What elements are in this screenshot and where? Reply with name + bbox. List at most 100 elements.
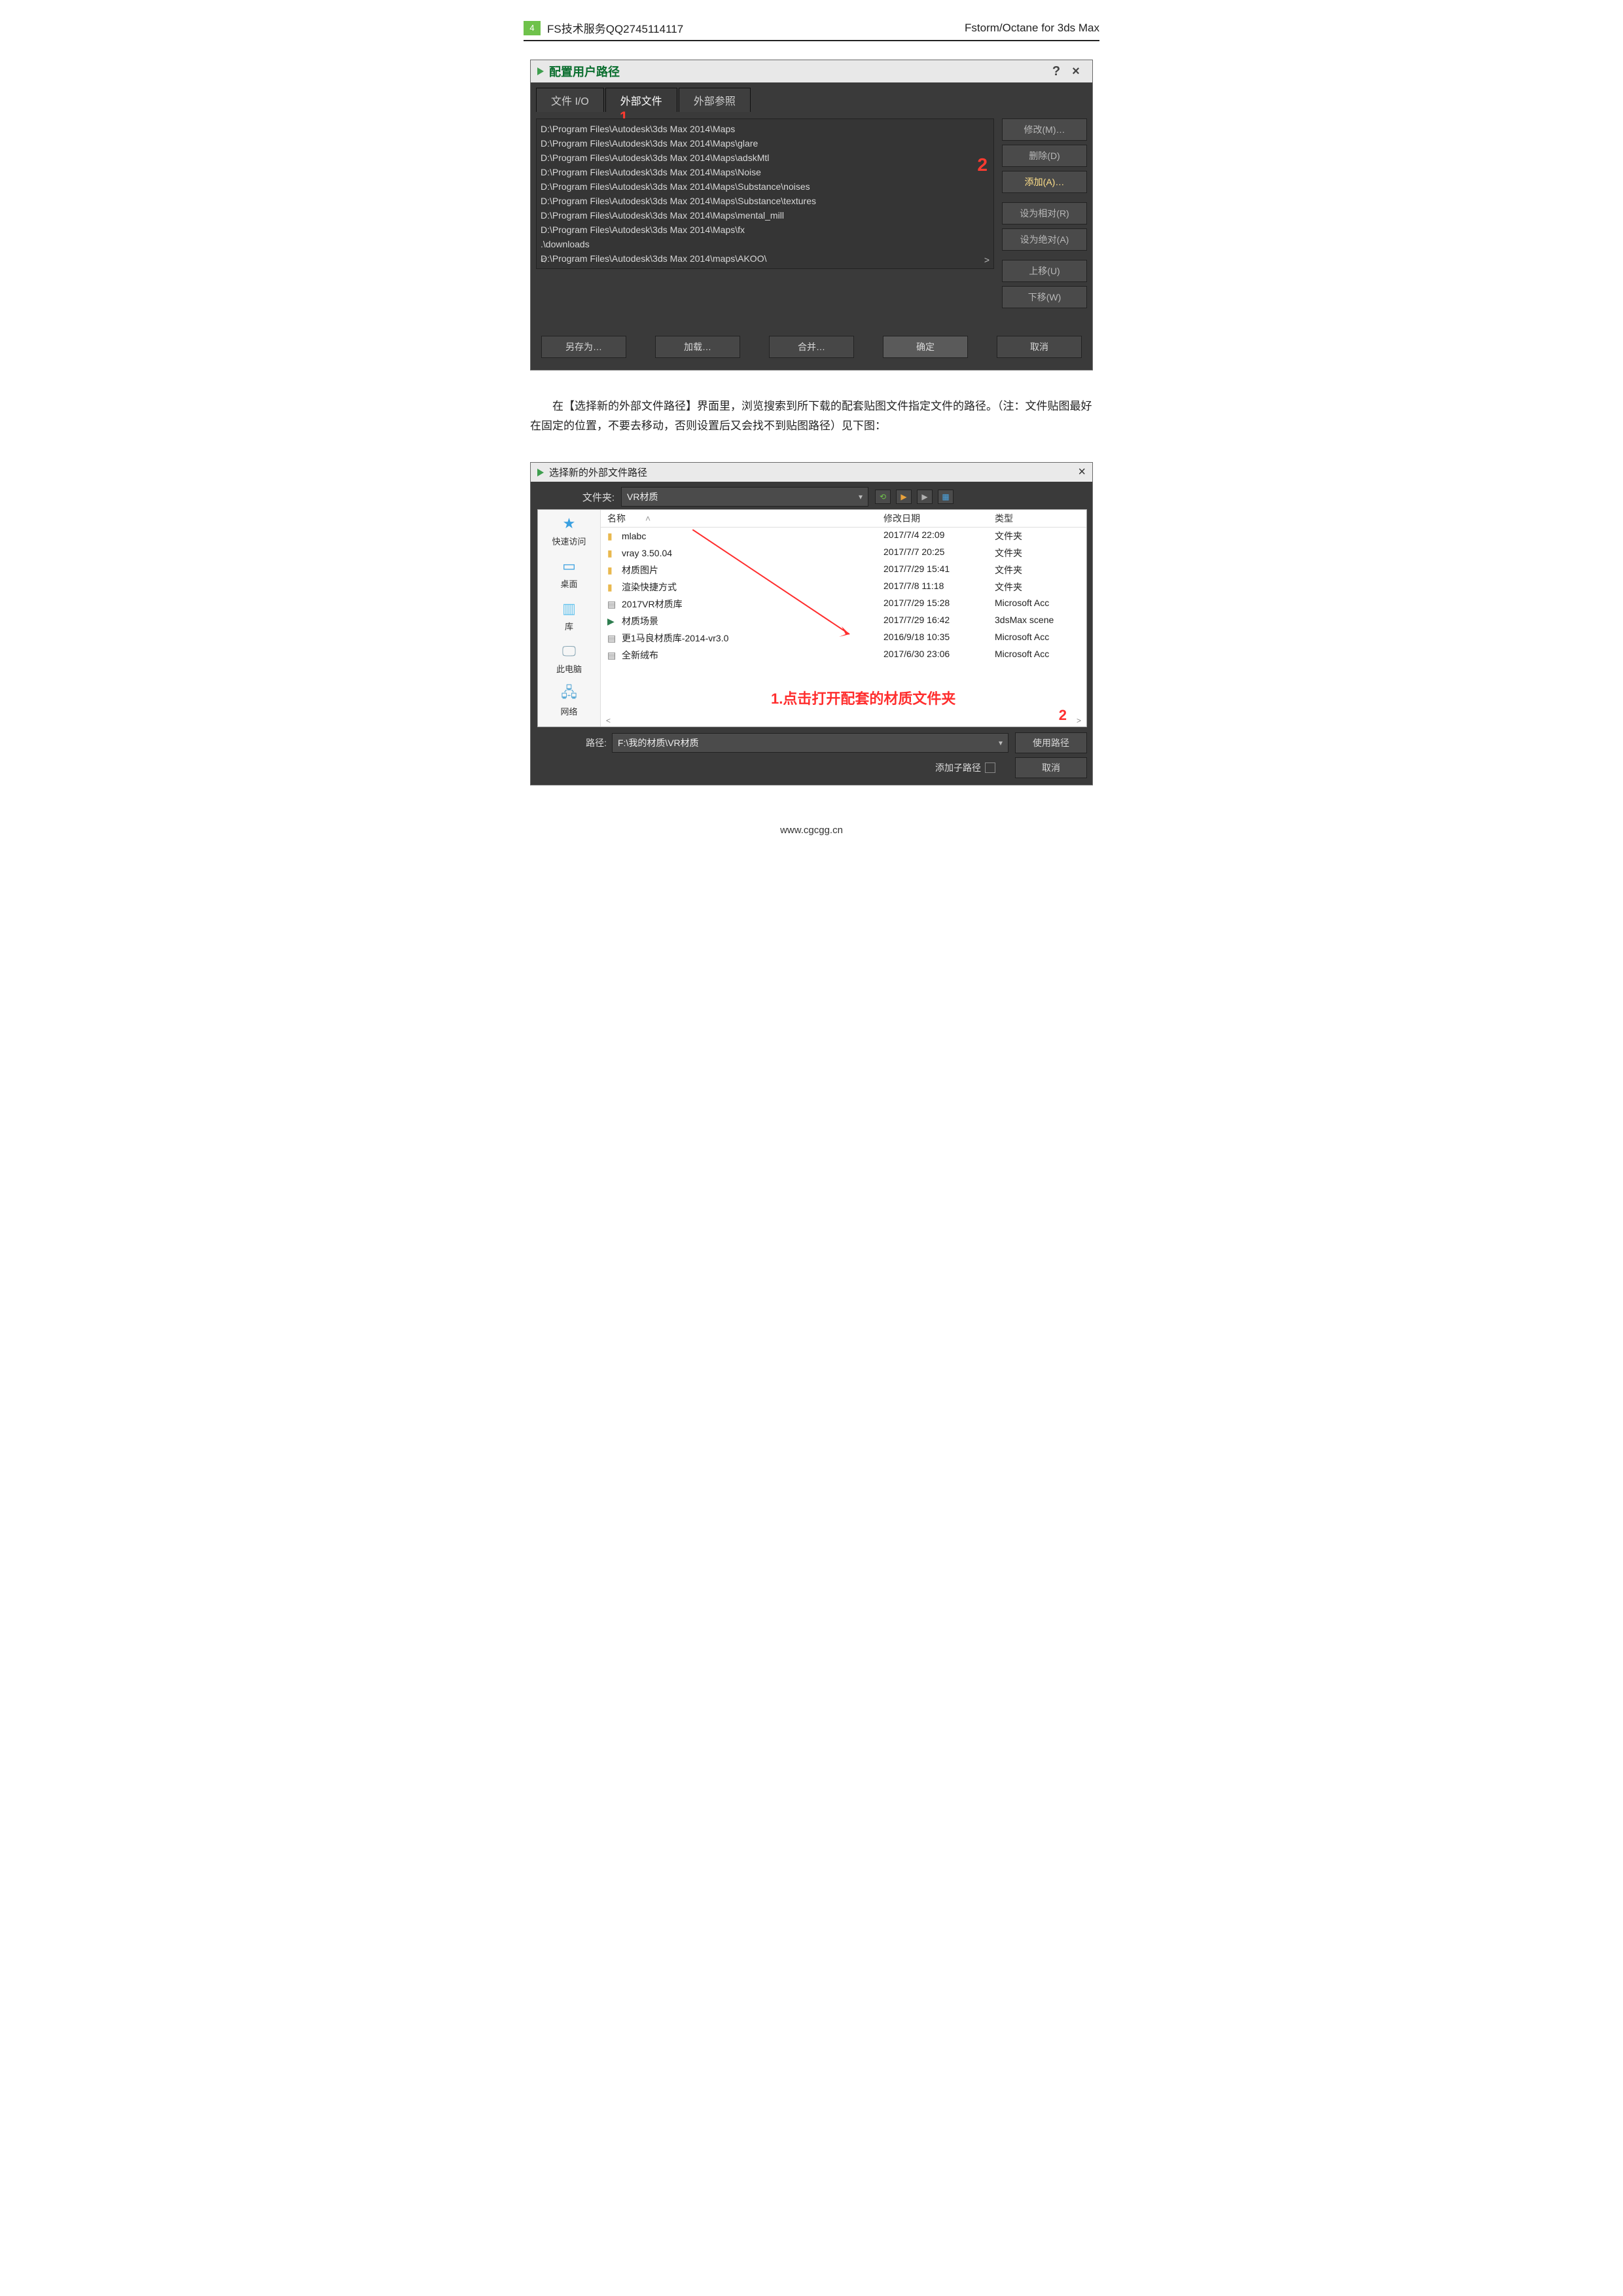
sidebar-label: 桌面: [538, 577, 600, 590]
dialog2-titlebar: 选择新的外部文件路径 ×: [531, 463, 1092, 482]
choose-external-path-dialog: 选择新的外部文件路径 × 文件夹: VR材质 ▾ ⟲ ▶ ▶ ▦: [530, 462, 1093, 785]
file-name: mlabc: [622, 531, 646, 541]
header-left-text: FS技术服务QQ2745114117: [547, 20, 683, 36]
network-icon: 🖧: [558, 684, 581, 704]
sidebar-network[interactable]: 🖧 网络: [538, 684, 600, 717]
file-date: 2016/9/18 10:35: [883, 632, 995, 645]
path-item[interactable]: D:\Program Files\Autodesk\3ds Max 2014\M…: [541, 151, 990, 165]
col-type[interactable]: 类型: [995, 512, 1080, 525]
path-item[interactable]: D:\Program Files\Autodesk\3ds Max 2014\M…: [541, 122, 990, 136]
file-row[interactable]: ▮材质图片 2017/7/29 15:41 文件夹: [601, 562, 1086, 579]
sub-path-row: 添加子路径 取消: [536, 757, 1087, 778]
path-item[interactable]: D:\Program Files\Autodesk\3ds Max 2014\M…: [541, 179, 990, 194]
add-button[interactable]: 添加(A)…: [1002, 171, 1087, 193]
file-date: 2017/7/29 15:41: [883, 564, 995, 577]
file-type: 文件夹: [995, 581, 1080, 594]
move-down-button[interactable]: 下移(W): [1002, 286, 1087, 308]
file-row[interactable]: ▮mlabc 2017/7/4 22:09 文件夹: [601, 528, 1086, 545]
load-button[interactable]: 加载…: [655, 336, 740, 358]
file-name: 材质图片: [622, 564, 658, 577]
ok-button[interactable]: 确定: [883, 336, 968, 358]
page-number: 4: [524, 21, 541, 35]
sidebar-label: 快速访问: [538, 535, 600, 547]
tab-external-files[interactable]: 外部文件: [605, 88, 677, 112]
app-arrow-icon: [537, 67, 544, 75]
sidebar-label: 网络: [538, 705, 600, 717]
folder-dropdown[interactable]: VR材质 ▾: [621, 487, 868, 507]
path-list[interactable]: D:\Program Files\Autodesk\3ds Max 2014\M…: [536, 118, 994, 269]
monitor-icon: 🖵: [558, 641, 581, 661]
file-name: 更1马良材质库-2014-vr3.0: [622, 632, 728, 645]
app-arrow-icon: [537, 469, 544, 476]
dialog1-titlebar: 配置用户路径 ? ×: [531, 60, 1092, 82]
back-icon[interactable]: ⟲: [875, 490, 891, 504]
path-item[interactable]: D:\Program Files\Autodesk\3ds Max 2014\M…: [541, 223, 990, 237]
col-name[interactable]: 名称˄: [607, 512, 883, 525]
hscrollbar[interactable]: < >: [606, 716, 1081, 725]
sidebar-this-pc[interactable]: 🖵 此电脑: [538, 641, 600, 675]
path-item[interactable]: .\downloads: [541, 237, 990, 251]
database-icon: ▤: [607, 650, 619, 661]
sidebar-library[interactable]: ▥ 库: [538, 599, 600, 632]
cancel-button[interactable]: 取消: [1015, 757, 1087, 778]
path-item[interactable]: D:\Program Files\Autodesk\3ds Max 2014\m…: [541, 251, 990, 266]
make-absolute-button[interactable]: 设为绝对(A): [1002, 228, 1087, 251]
save-as-button[interactable]: 另存为…: [541, 336, 626, 358]
folder-dropdown-value: VR材质: [627, 490, 658, 503]
path-item[interactable]: D:\Program Files\Autodesk\3ds Max 2014\M…: [541, 165, 990, 179]
file-type: 文件夹: [995, 564, 1080, 577]
move-up-button[interactable]: 上移(U): [1002, 260, 1087, 282]
header-right-text: Fstorm/Octane for 3ds Max: [965, 22, 1099, 35]
scroll-right-icon[interactable]: >: [984, 253, 990, 267]
path-item[interactable]: D:\Program Files\Autodesk\3ds Max 2014\M…: [541, 136, 990, 151]
file-date: 2017/7/4 22:09: [883, 529, 995, 543]
sidebar-desktop[interactable]: ▭ 桌面: [538, 556, 600, 590]
sidebar: ★ 快速访问 ▭ 桌面 ▥ 库 🖵 此电脑: [538, 510, 601, 726]
database-icon: ▤: [607, 599, 619, 610]
make-relative-button[interactable]: 设为相对(R): [1002, 202, 1087, 224]
close-icon[interactable]: ×: [1066, 64, 1086, 79]
file-date: 2017/6/30 23:06: [883, 649, 995, 662]
configure-user-paths-dialog: 配置用户路径 ? × 文件 I/O 外部文件 外部参照 1 D:\Program…: [530, 60, 1093, 370]
star-icon: ★: [558, 514, 581, 533]
scroll-left-icon[interactable]: <: [606, 716, 611, 725]
add-subpath-checkbox[interactable]: [985, 762, 995, 773]
close-icon[interactable]: ×: [1066, 465, 1086, 480]
delete-button[interactable]: 删除(D): [1002, 145, 1087, 167]
max-file-icon: ▶: [607, 616, 619, 627]
file-type: Microsoft Acc: [995, 649, 1080, 662]
file-date: 2017/7/8 11:18: [883, 581, 995, 594]
path-item[interactable]: D:\Program Files\Autodesk\3ds Max 2014\M…: [541, 194, 990, 208]
path-combobox[interactable]: F:\我的材质\VR材质 ▾: [612, 733, 1008, 753]
file-row[interactable]: ▮vray 3.50.04 2017/7/7 20:25 文件夹: [601, 545, 1086, 562]
up-folder-icon[interactable]: ▶: [896, 490, 912, 504]
merge-button[interactable]: 合并…: [769, 336, 854, 358]
file-row[interactable]: ▶材质场景 2017/7/29 16:42 3dsMax scene: [601, 613, 1086, 630]
folder-icon: ▮: [607, 582, 619, 593]
path-item[interactable]: D:\Program Files\Autodesk\3ds Max 2014\M…: [541, 208, 990, 223]
path-label: 路径:: [575, 736, 612, 749]
tab-external-ref[interactable]: 外部参照: [679, 88, 751, 112]
forward-icon[interactable]: ▶: [917, 490, 933, 504]
file-row[interactable]: ▤全新绒布 2017/6/30 23:06 Microsoft Acc: [601, 647, 1086, 664]
header-left: 4 FS技术服务QQ2745114117: [524, 20, 683, 36]
tab-file-io[interactable]: 文件 I/O: [536, 88, 604, 112]
dialog2-title: 选择新的外部文件路径: [549, 465, 647, 479]
tab-bar: 文件 I/O 外部文件 外部参照: [536, 88, 1087, 112]
scroll-left-icon[interactable]: <: [541, 253, 546, 267]
file-row[interactable]: ▤2017VR材质库 2017/7/29 15:28 Microsoft Acc: [601, 596, 1086, 613]
path-row: 路径: F:\我的材质\VR材质 ▾ 使用路径: [575, 732, 1087, 753]
file-row[interactable]: ▤更1马良材质库-2014-vr3.0 2016/9/18 10:35 Micr…: [601, 630, 1086, 647]
desktop-icon: ▭: [558, 556, 581, 576]
help-icon[interactable]: ?: [1046, 64, 1066, 79]
cancel-button[interactable]: 取消: [997, 336, 1082, 358]
file-row[interactable]: ▮渲染快捷方式 2017/7/8 11:18 文件夹: [601, 579, 1086, 596]
use-path-button[interactable]: 使用路径: [1015, 732, 1087, 753]
scroll-right-icon[interactable]: >: [1077, 716, 1081, 725]
sidebar-quick-access[interactable]: ★ 快速访问: [538, 514, 600, 547]
modify-button[interactable]: 修改(M)…: [1002, 118, 1087, 141]
col-date[interactable]: 修改日期: [883, 512, 995, 525]
view-menu-icon[interactable]: ▦: [938, 490, 954, 504]
footer-url: www.cgcgg.cn: [524, 825, 1099, 836]
file-list-header[interactable]: 名称˄ 修改日期 类型: [601, 510, 1086, 528]
